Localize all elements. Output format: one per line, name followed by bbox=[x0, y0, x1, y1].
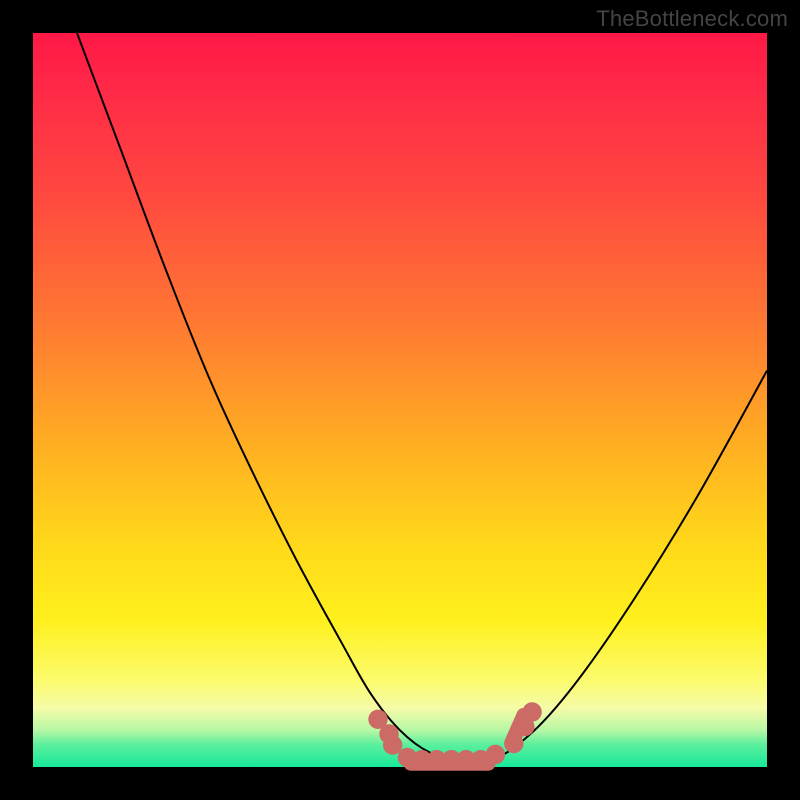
trough-marker bbox=[522, 702, 541, 721]
trough-marker bbox=[486, 745, 505, 764]
bottleneck-curve bbox=[77, 33, 767, 761]
plot-area bbox=[33, 33, 767, 767]
chart-frame: TheBottleneck.com bbox=[0, 0, 800, 800]
curve-svg bbox=[33, 33, 767, 767]
trough-markers bbox=[368, 702, 542, 770]
watermark-text: TheBottleneck.com bbox=[596, 6, 788, 32]
trough-marker bbox=[504, 734, 523, 753]
trough-marker bbox=[383, 735, 402, 754]
